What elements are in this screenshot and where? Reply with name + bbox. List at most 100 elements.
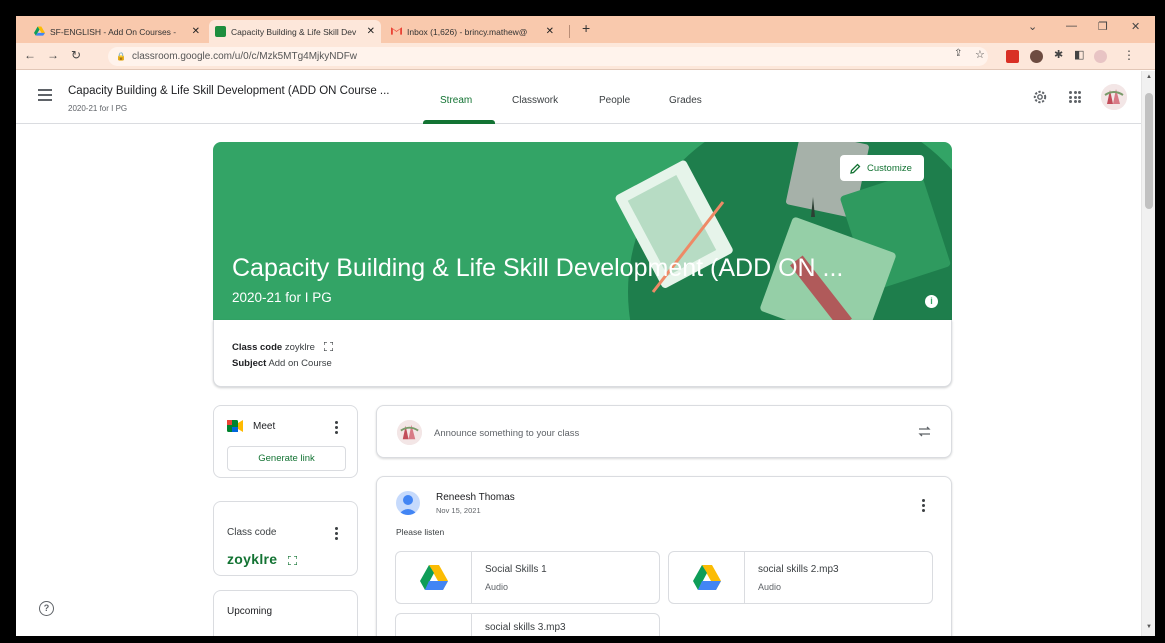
puzzle-icon[interactable]: ✱ (1054, 48, 1063, 61)
google-meet-icon (227, 420, 243, 432)
tab-search-icon[interactable]: ⌄ (1028, 20, 1037, 33)
tab-grades[interactable]: Grades (669, 95, 702, 106)
class-code-row: Class code zoyklre (232, 342, 333, 353)
tab-classwork[interactable]: Classwork (512, 95, 558, 106)
window-close-icon[interactable]: ✕ (1131, 20, 1140, 33)
repost-icon[interactable] (917, 424, 932, 439)
attachment-type: Audio (485, 582, 509, 592)
subject-label: Subject (232, 358, 267, 369)
tab-strip: SF-ENGLISH - Add On Courses - ✕ Capacity… (16, 16, 1155, 43)
forward-arrow-icon[interactable]: → (47, 48, 59, 62)
tab-stream[interactable]: Stream (440, 95, 472, 106)
close-icon[interactable]: ✕ (546, 26, 554, 37)
announce-box[interactable]: Announce something to your class (376, 405, 952, 458)
attachment[interactable]: social skills 3.mp3 (395, 613, 660, 636)
tab-sf-english[interactable]: SF-ENGLISH - Add On Courses - ✕ (28, 20, 206, 43)
avatar[interactable] (1101, 84, 1127, 110)
class-subtitle: 2020-21 for I PG (68, 104, 128, 113)
avatar (397, 420, 422, 445)
share-icon[interactable]: ⇪ (954, 48, 962, 59)
classroom-header: Capacity Building & Life Skill Developme… (16, 71, 1141, 124)
post-date: Nov 15, 2021 (436, 506, 481, 515)
google-drive-icon (692, 565, 721, 590)
customize-button[interactable]: Customize (840, 155, 924, 181)
extension-icon[interactable] (1030, 50, 1043, 63)
banner-subtitle: 2020-21 for I PG (232, 290, 332, 305)
customize-label: Customize (867, 162, 912, 174)
address-bar: ← → ↻ 🔒 classroom.google.com/u/0/c/Mzk5M… (16, 43, 1155, 70)
generate-link-button[interactable]: Generate link (227, 446, 346, 471)
info-icon[interactable]: i (925, 295, 938, 308)
bookmark-star-icon[interactable]: ☆ (975, 48, 985, 61)
class-title[interactable]: Capacity Building & Life Skill Developme… (68, 85, 390, 97)
tab-gmail[interactable]: Inbox (1,626) - brincy.mathew@ ✕ (385, 20, 560, 43)
upcoming-card: Upcoming (213, 590, 358, 636)
attachment-thumbnail (396, 614, 472, 636)
page-scrollbar[interactable]: ▲ ▼ (1141, 71, 1155, 636)
avatar (396, 491, 420, 515)
more-options-icon[interactable] (335, 527, 339, 542)
tab-title: Inbox (1,626) - brincy.mathew@ (407, 26, 528, 37)
attachment-name: social skills 3.mp3 (485, 622, 566, 633)
lock-icon: 🔒 (116, 52, 126, 61)
gear-icon[interactable] (1032, 89, 1048, 105)
scroll-up-icon[interactable]: ▲ (1146, 74, 1152, 80)
class-banner: Capacity Building & Life Skill Developme… (213, 142, 952, 320)
help-icon[interactable]: ? (39, 601, 54, 616)
tab-classroom[interactable]: Capacity Building & Life Skill Dev ✕ (209, 20, 381, 43)
reload-icon[interactable]: ↻ (71, 48, 81, 62)
stream-post: Reneesh Thomas Nov 15, 2021 Please liste… (376, 476, 952, 636)
tab-divider (569, 25, 570, 38)
attachment-thumbnail (396, 552, 472, 603)
scroll-down-icon[interactable]: ▼ (1146, 624, 1152, 630)
more-icon[interactable]: ⋮ (1123, 48, 1135, 62)
browser-window: SF-ENGLISH - Add On Courses - ✕ Capacity… (16, 16, 1155, 636)
more-options-icon[interactable] (922, 499, 926, 514)
meet-card: Meet Generate link (213, 405, 358, 478)
fullscreen-icon[interactable] (323, 342, 333, 351)
class-code-value: zoyklre (284, 342, 315, 353)
scrollbar-thumb[interactable] (1145, 93, 1153, 209)
google-drive-icon (419, 565, 448, 590)
tab-title: Capacity Building & Life Skill Dev (231, 26, 357, 37)
attachment[interactable]: social skills 2.mp3 Audio (668, 551, 933, 604)
restore-icon[interactable]: ❐ (1098, 20, 1108, 33)
apps-grid-icon[interactable] (1069, 91, 1081, 103)
side-panel-icon[interactable]: ◧ (1074, 48, 1084, 61)
tab-title: SF-ENGLISH - Add On Courses - (50, 26, 177, 37)
close-icon[interactable]: ✕ (367, 26, 375, 37)
google-drive-icon (34, 26, 45, 37)
class-code-value: zoyklre (227, 551, 297, 567)
class-code-text: zoyklre (227, 551, 278, 567)
announce-placeholder[interactable]: Announce something to your class (434, 428, 579, 439)
subject-value: Add on Course (268, 358, 332, 369)
upcoming-label: Upcoming (227, 606, 273, 617)
gmail-icon (391, 26, 402, 37)
tab-people[interactable]: People (599, 95, 630, 106)
more-options-icon[interactable] (335, 421, 339, 436)
class-code-card: Class code zoyklre (213, 501, 358, 576)
attachment-name: Social Skills 1 (485, 564, 547, 575)
post-text: Please listen (396, 527, 445, 537)
hamburger-menu-icon[interactable] (38, 89, 52, 101)
url-text: classroom.google.com/u/0/c/Mzk5MTg4MjkyN… (131, 51, 358, 62)
pencil-icon (850, 163, 861, 174)
class-info-card: Class code zoyklre Subject Add on Course (213, 320, 952, 387)
url-input[interactable]: 🔒 classroom.google.com/u/0/c/Mzk5MTg4Mjk… (108, 47, 988, 66)
attachment-type: Audio (758, 582, 782, 592)
fullscreen-icon[interactable] (287, 556, 297, 565)
extension-icon[interactable] (1006, 50, 1019, 63)
new-tab-button[interactable]: + (582, 20, 590, 36)
class-code-label: Class code (227, 527, 277, 538)
attachment-name: social skills 2.mp3 (758, 564, 839, 575)
subject-row: Subject Add on Course (232, 358, 332, 369)
minimize-icon[interactable]: — (1066, 20, 1077, 32)
class-code-label: Class code (232, 342, 283, 353)
close-icon[interactable]: ✕ (192, 26, 200, 37)
meet-label: Meet (253, 421, 276, 432)
active-tab-indicator (423, 120, 495, 124)
attachment[interactable]: Social Skills 1 Audio (395, 551, 660, 604)
post-author: Reneesh Thomas (436, 492, 515, 503)
profile-avatar[interactable] (1094, 50, 1107, 63)
back-arrow-icon[interactable]: ← (24, 48, 36, 62)
